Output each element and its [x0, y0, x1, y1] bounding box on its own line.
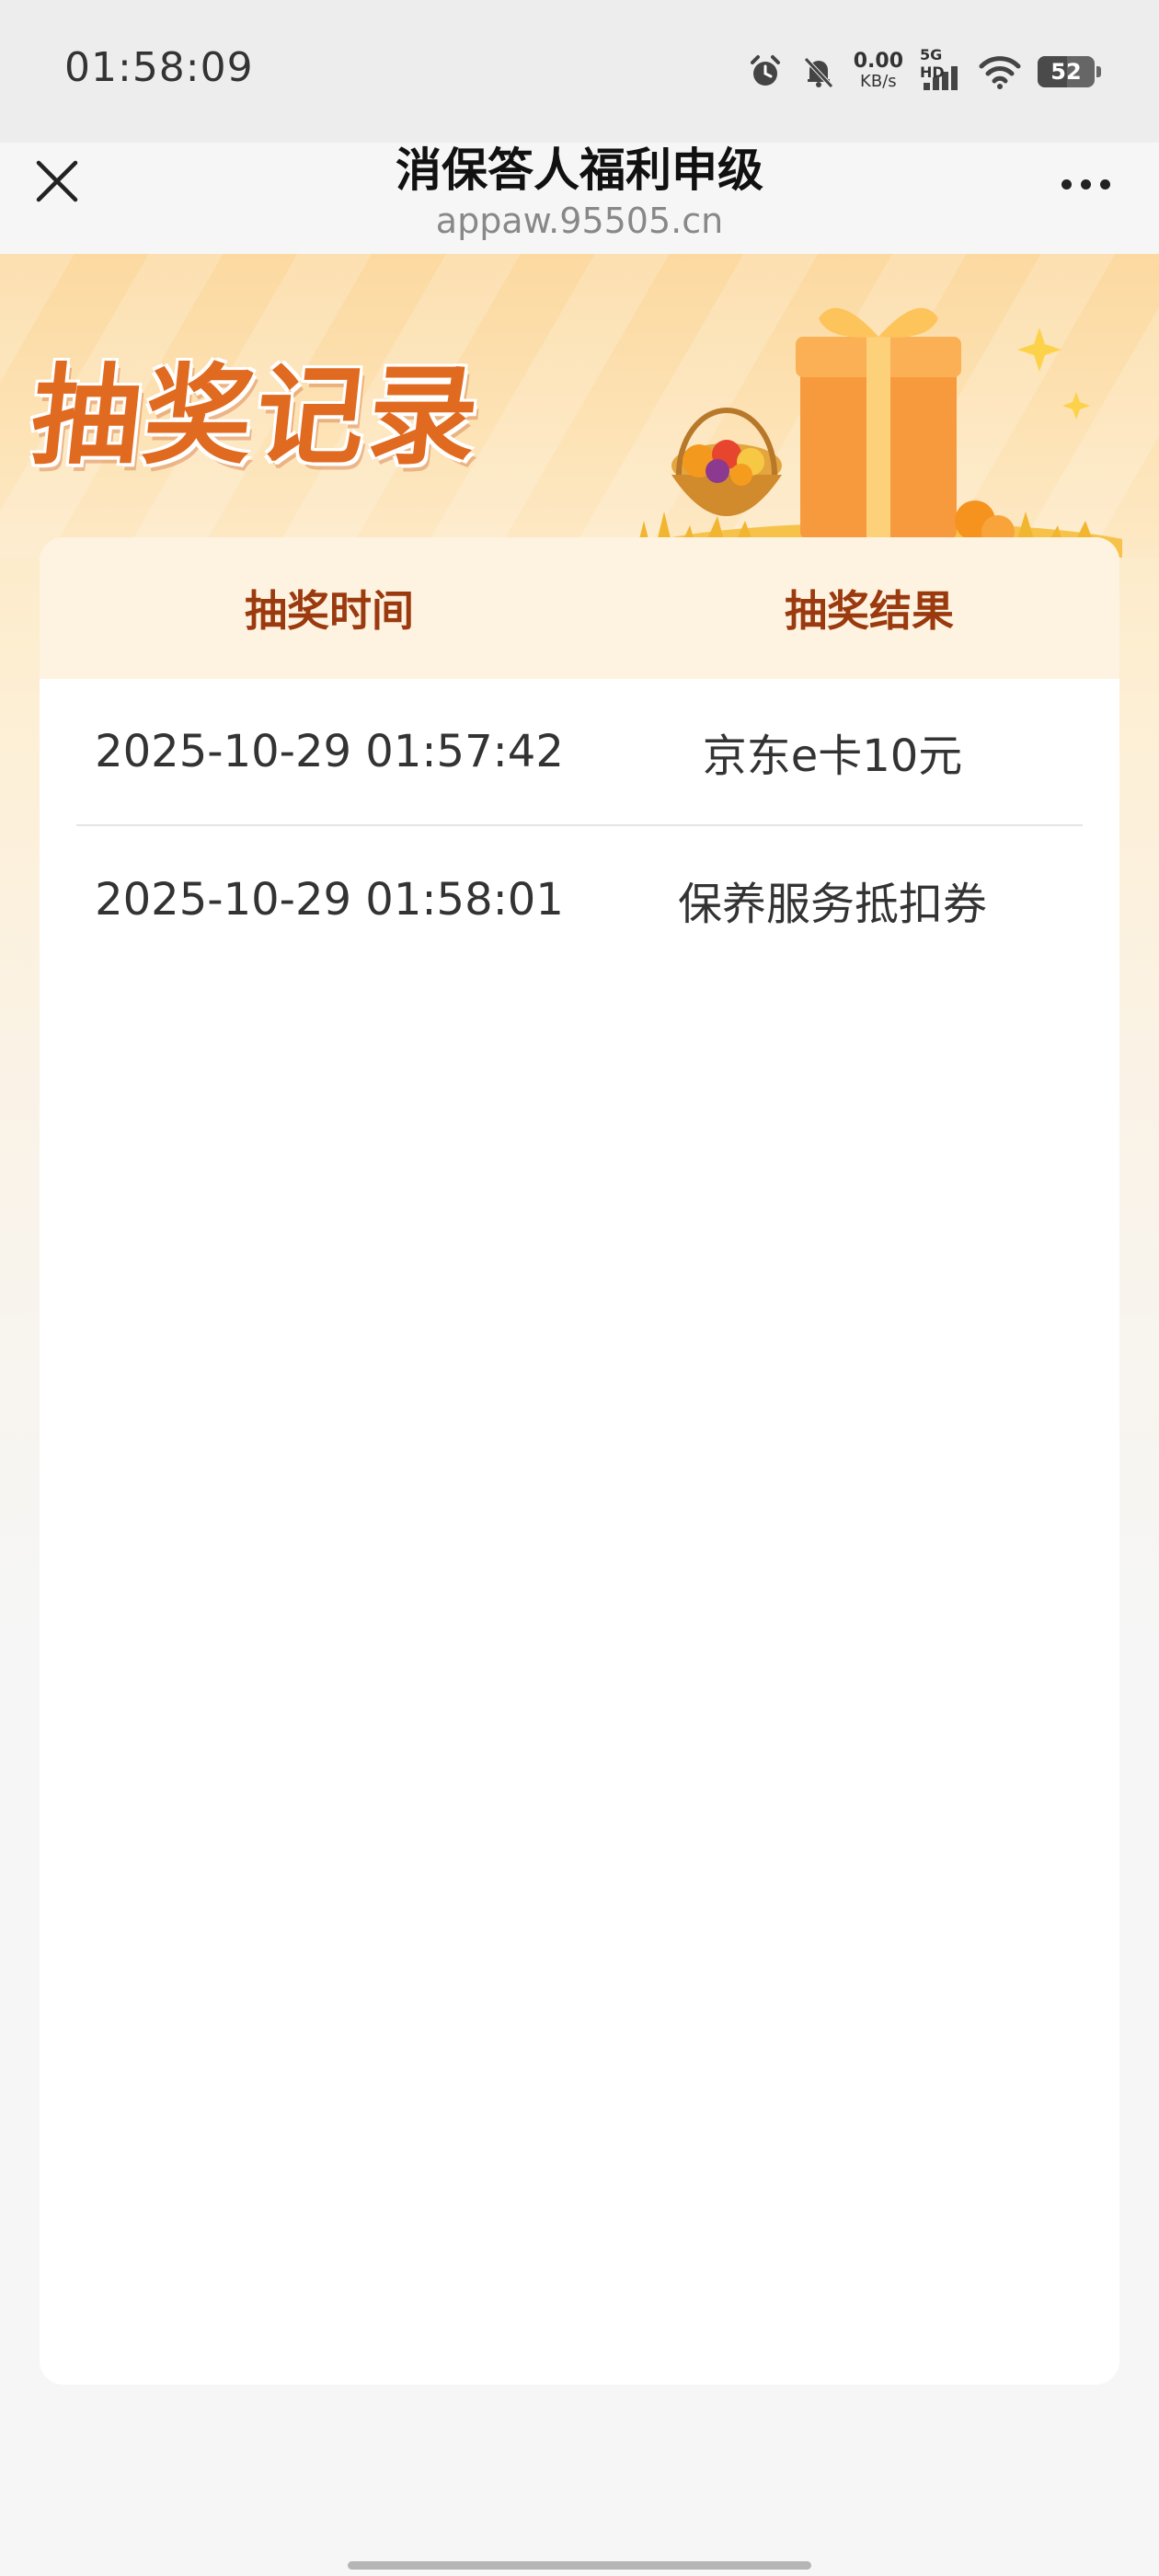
network-speed: 0.00 KB/s: [854, 52, 903, 92]
draw-record-table: 抽奖时间 抽奖结果 2025-10-29 01:57:42 京东e卡10元 20…: [40, 537, 1119, 2385]
alarm-icon: [750, 55, 780, 86]
header-result-label: 抽奖结果: [785, 586, 954, 636]
draw-time: 2025-10-29 01:58:01: [95, 874, 564, 926]
network-speed-unit: KB/s: [860, 72, 897, 91]
table-header: 抽奖时间 抽奖结果: [40, 537, 1119, 679]
page-title: 消保答人福利申级: [396, 144, 763, 197]
signal-icon: 5G HD: [920, 46, 962, 92]
more-icon: [1061, 178, 1072, 190]
table-row: 2025-10-29 01:57:42 京东e卡10元: [76, 679, 1083, 826]
network-speed-value: 0.00: [853, 50, 903, 73]
gift-basket-illustration: [616, 307, 1122, 558]
signal-label: 5G HD: [920, 46, 945, 81]
battery-icon: 52: [1038, 56, 1101, 87]
bell-muted-icon: [803, 57, 833, 88]
page-content: 抽奖记录 抽奖时间 抽奖结果 2025-10-29 01:57:42 京东e卡1…: [0, 254, 1159, 2576]
draw-time: 2025-10-29 01:57:42: [95, 726, 564, 777]
home-indicator[interactable]: [348, 2561, 811, 2570]
draw-result: 京东e卡10元: [702, 730, 963, 782]
draw-result: 保养服务抵扣券: [677, 879, 987, 930]
status-icons: 0.00 KB/s 5G HD 52: [747, 46, 1101, 96]
status-time: 01:58:09: [64, 44, 254, 91]
banner-title: 抽奖记录: [25, 351, 488, 479]
battery-level: 52: [1050, 59, 1082, 85]
more-button[interactable]: [1049, 158, 1122, 210]
header-time-cell: 抽奖时间: [40, 578, 619, 638]
table-row: 2025-10-29 01:58:01 保养服务抵扣券: [76, 826, 1083, 973]
wifi-icon: [979, 56, 1021, 89]
header-result-cell: 抽奖结果: [619, 578, 1119, 638]
status-bar: 01:58:09 0.00 KB/s 5G HD 52: [0, 0, 1159, 143]
banner: 抽奖记录: [0, 254, 1159, 558]
header-time-label: 抽奖时间: [245, 586, 414, 636]
page-url: appaw.95505.cn: [435, 201, 724, 241]
